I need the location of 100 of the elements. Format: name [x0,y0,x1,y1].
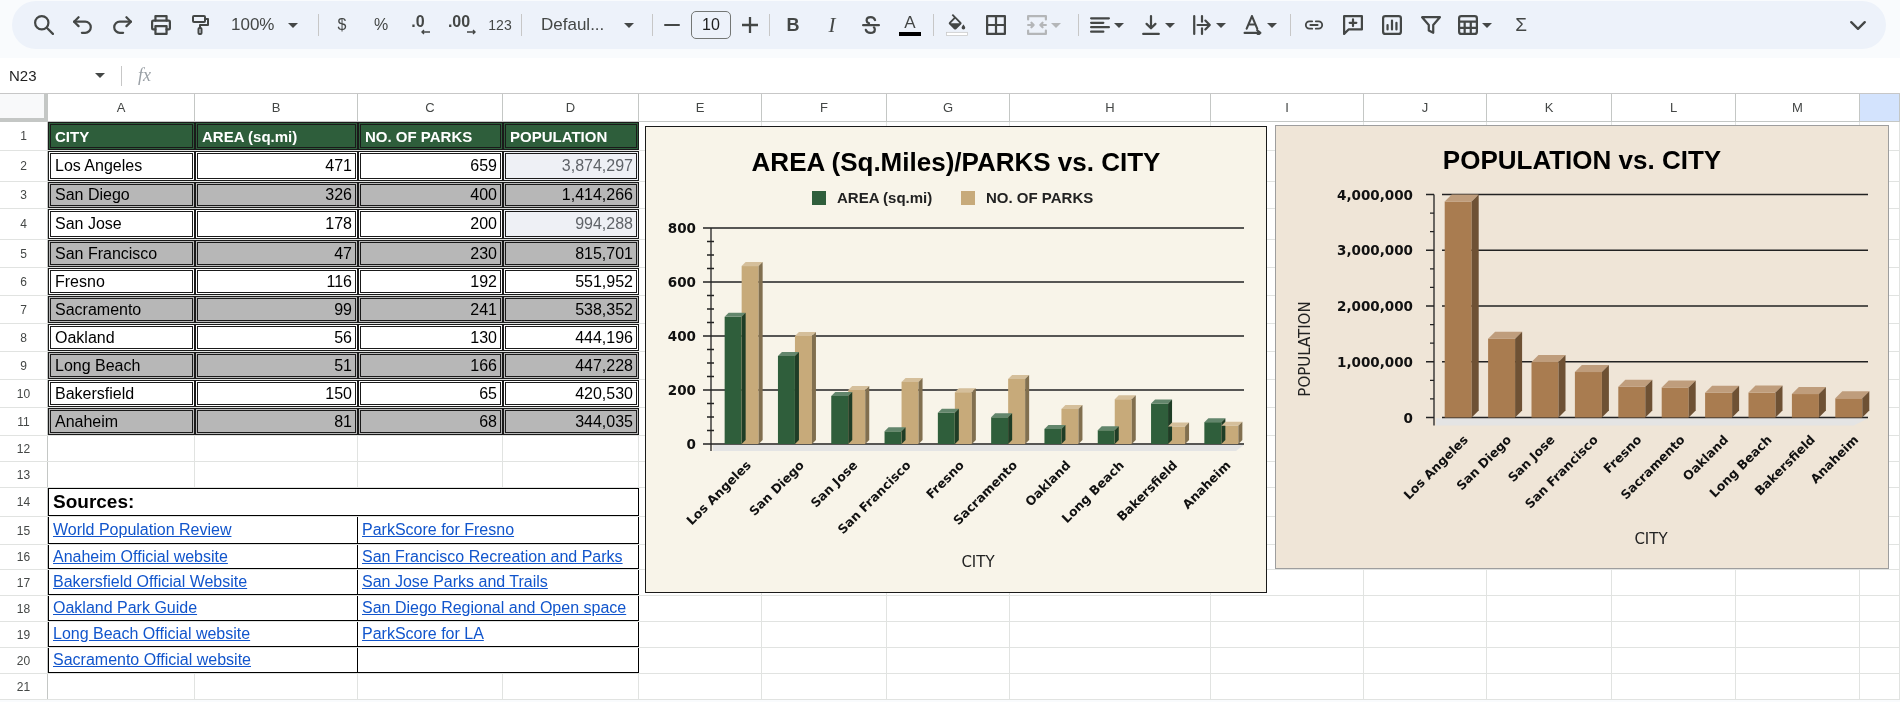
caret-icon[interactable] [1267,22,1277,28]
table-cell: Bakersfield [48,380,195,407]
bold-button[interactable]: B [777,9,809,41]
table-cell: 150 [195,380,358,407]
column-header[interactable]: M [1736,94,1860,122]
font-dropdown[interactable]: Defaul... [529,9,645,41]
legend-label: AREA (sq.mi) [837,189,933,206]
source-link[interactable]: ParkScore for Fresno [362,521,515,539]
table-cell: San Jose [48,209,195,239]
table-cell: 815,701 [503,240,639,267]
text-wrap-icon[interactable] [1192,15,1212,35]
print-icon[interactable] [151,15,171,35]
redo-icon[interactable] [112,15,132,35]
table-cell: 68 [358,408,503,435]
align-bottom-icon[interactable] [1141,15,1161,35]
increase-decimal-button[interactable]: .00 [445,9,479,41]
table-cell: 400 [358,182,503,208]
paint-roller-icon[interactable] [190,15,210,35]
font-size-field[interactable]: 10 [691,11,731,39]
arrow-left-icon [420,29,431,35]
column-header[interactable]: A [48,94,195,122]
bar-chart-icon[interactable] [1382,15,1402,35]
percent-format-button[interactable]: % [365,9,397,41]
table-cell: 47 [195,240,358,267]
caret-icon[interactable] [1114,22,1124,28]
zoom-dropdown[interactable]: 100% [223,9,311,41]
column-header[interactable]: K [1487,94,1612,122]
undo-icon[interactable] [73,15,93,35]
plus-icon[interactable] [742,17,758,33]
table-cell: 444,196 [503,324,639,351]
chevron-down-icon[interactable] [1850,20,1866,30]
table-cell: Fresno [48,268,195,295]
column-header[interactable]: G [887,94,1010,122]
filter-icon[interactable] [1421,15,1441,35]
table-cell: 471 [195,151,358,181]
table-cell: Long Beach [48,352,195,379]
table-cell: Oakland [48,324,195,351]
search-icon[interactable] [34,15,54,35]
column-header[interactable]: J [1364,94,1487,122]
column-header[interactable]: E [639,94,762,122]
table-cell: 344,035 [503,408,639,435]
caret-icon[interactable] [1216,22,1226,28]
column-header[interactable]: L [1612,94,1736,122]
column-header[interactable]: B [195,94,358,122]
column-header[interactable]: H [1010,94,1211,122]
caret-icon[interactable] [95,73,105,78]
axis-title: POPULATION [1296,301,1314,397]
text-rotation-icon[interactable] [1243,15,1263,35]
table-cell: Anaheim [48,408,195,435]
table-cell: 420,530 [503,380,639,407]
column-heading: CITY [48,122,195,150]
table-cell: San Diego [48,182,195,208]
table-cell: 56 [195,324,358,351]
table-cell: 447,228 [503,352,639,379]
table-cell: 130 [358,324,503,351]
paint-bucket-icon[interactable] [946,14,968,36]
axis-tick-label: 200 [667,382,696,398]
comment-plus-icon[interactable] [1343,15,1363,35]
table-cell: San Francisco [48,240,195,267]
table-cell: 166 [358,352,503,379]
number-format-button[interactable]: 123 [486,9,514,41]
column-header[interactable]: D [503,94,639,122]
align-left-icon[interactable] [1090,15,1110,35]
decrease-decimal-button[interactable]: .0 [404,9,438,41]
caret-icon[interactable] [624,22,635,28]
name-box[interactable]: N23 [0,67,108,84]
column-heading: NO. OF PARKS [358,122,503,150]
axis-tick-label: 2,000,000 [1337,298,1413,314]
source-link[interactable]: ParkScore for LA [362,625,484,643]
column-header[interactable]: I [1211,94,1364,122]
chart-title: AREA (Sq.Miles)/PARKS vs. CITY [751,147,1161,177]
caret-icon[interactable] [1165,22,1175,28]
table-icon[interactable] [1458,15,1478,35]
currency-format-button[interactable]: $ [326,9,358,41]
column-header[interactable]: F [762,94,887,122]
strikethrough-icon[interactable] [862,16,880,34]
table-cell: 51 [195,352,358,379]
table-cell: 659 [358,151,503,181]
axis-title: CITY [961,553,995,571]
table-cell: Sacramento [48,296,195,323]
legend-label: NO. OF PARKS [986,189,1094,206]
table-cell: 241 [358,296,503,323]
text-color-button[interactable]: A [894,9,926,41]
axis-tick-label: 0 [1403,409,1413,426]
table-cell: Los Angeles [48,151,195,181]
caret-icon[interactable] [288,22,299,28]
sources-heading: Sources: [48,488,639,516]
table-cell: 1,414,266 [503,182,639,208]
swatch-icon [899,32,921,36]
column-heading: AREA (sq.mi) [195,122,358,150]
column-header[interactable]: C [358,94,503,122]
axis-tick-label: 600 [667,274,696,290]
table-cell: 116 [195,268,358,295]
caret-icon [1051,22,1061,28]
borders-grid-icon[interactable] [986,15,1006,35]
caret-icon[interactable] [1482,22,1492,28]
axis-tick-label: 800 [667,220,696,236]
source-link[interactable]: San Jose Parks and Trails [362,573,548,591]
functions-button[interactable]: Σ [1505,9,1537,41]
italic-button[interactable]: I [816,9,848,41]
